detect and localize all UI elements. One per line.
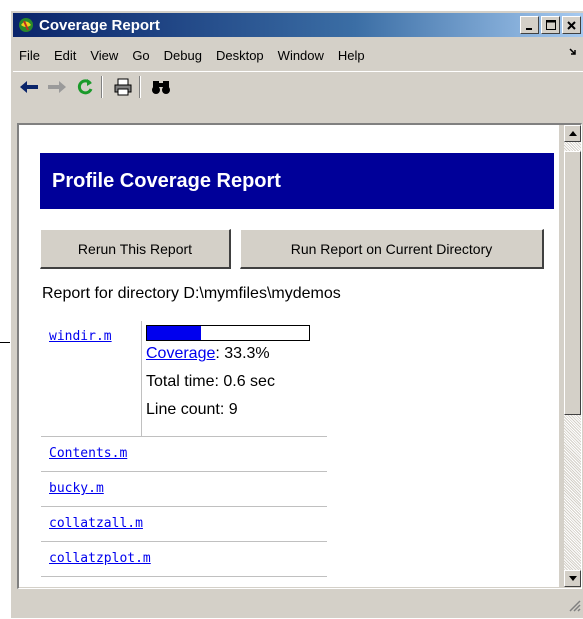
scrollbar-thumb[interactable] — [564, 151, 581, 415]
minimize-button[interactable] — [520, 16, 539, 34]
file-link[interactable]: Contents.m — [49, 446, 127, 461]
table-row: bucky.m — [41, 472, 327, 507]
menu-window[interactable]: Window — [271, 48, 331, 63]
file-link[interactable]: bucky.m — [49, 481, 104, 496]
toolbar-separator — [139, 76, 141, 98]
forward-arrow-icon[interactable] — [45, 75, 69, 99]
scroll-down-button[interactable] — [564, 570, 581, 587]
coverage-line: Coverage: 33.3% — [146, 345, 270, 363]
menu-view[interactable]: View — [83, 48, 125, 63]
menu-help[interactable]: Help — [331, 48, 372, 63]
toolbar-separator — [101, 76, 103, 98]
directory-line: Report for directory D:\mymfiles\mydemos — [42, 285, 341, 302]
refresh-icon[interactable] — [73, 75, 97, 99]
rerun-report-button[interactable]: Rerun This Report — [40, 229, 231, 269]
coverage-link[interactable]: Coverage — [146, 345, 215, 362]
menu-edit[interactable]: Edit — [47, 48, 83, 63]
table-row: Contents.m — [41, 437, 327, 472]
coverage-report-window: Coverage Report File Edit View Go Debug … — [10, 10, 583, 618]
resize-grip-icon[interactable] — [567, 598, 581, 617]
matlab-logo-icon — [17, 16, 35, 34]
file-link[interactable]: collatzall.m — [49, 516, 143, 531]
report-content: Profile Coverage Report Rerun This Repor… — [19, 125, 559, 587]
coverage-bar-fill — [147, 326, 201, 340]
table-row: collatzplot.m — [41, 542, 327, 577]
dock-arrow-icon[interactable] — [569, 47, 577, 59]
vertical-scrollbar[interactable] — [564, 125, 581, 587]
scroll-up-button[interactable] — [564, 125, 581, 142]
status-bar — [13, 593, 583, 619]
menu-bar: File Edit View Go Debug Desktop Window H… — [13, 45, 583, 65]
total-time: Total time: 0.6 sec — [146, 373, 275, 390]
run-current-directory-button[interactable]: Run Report on Current Directory — [240, 229, 544, 269]
report-banner: Profile Coverage Report — [40, 153, 554, 209]
print-icon[interactable] — [111, 75, 135, 99]
coverage-bar — [146, 325, 310, 341]
menu-go[interactable]: Go — [125, 48, 156, 63]
column-divider — [141, 321, 142, 436]
file-link[interactable]: collatzplot.m — [49, 551, 151, 566]
line-count: Line count: 9 — [146, 401, 238, 418]
coverage-value: : 33.3% — [215, 345, 270, 362]
find-binoculars-icon[interactable] — [149, 75, 173, 99]
window-title: Coverage Report — [39, 16, 160, 34]
menu-desktop[interactable]: Desktop — [209, 48, 271, 63]
title-bar[interactable]: Coverage Report — [13, 13, 583, 37]
menu-debug[interactable]: Debug — [157, 48, 209, 63]
maximize-button[interactable] — [541, 16, 560, 34]
menu-file[interactable]: File — [13, 48, 47, 63]
table-row: windir.m Coverage: 33.3% Total time: 0.6… — [41, 321, 327, 437]
close-button[interactable] — [562, 16, 581, 34]
file-table: windir.m Coverage: 33.3% Total time: 0.6… — [41, 321, 327, 577]
toolbar — [13, 71, 583, 102]
table-row: collatzall.m — [41, 507, 327, 542]
back-arrow-icon[interactable] — [17, 75, 41, 99]
file-link[interactable]: windir.m — [49, 329, 112, 344]
